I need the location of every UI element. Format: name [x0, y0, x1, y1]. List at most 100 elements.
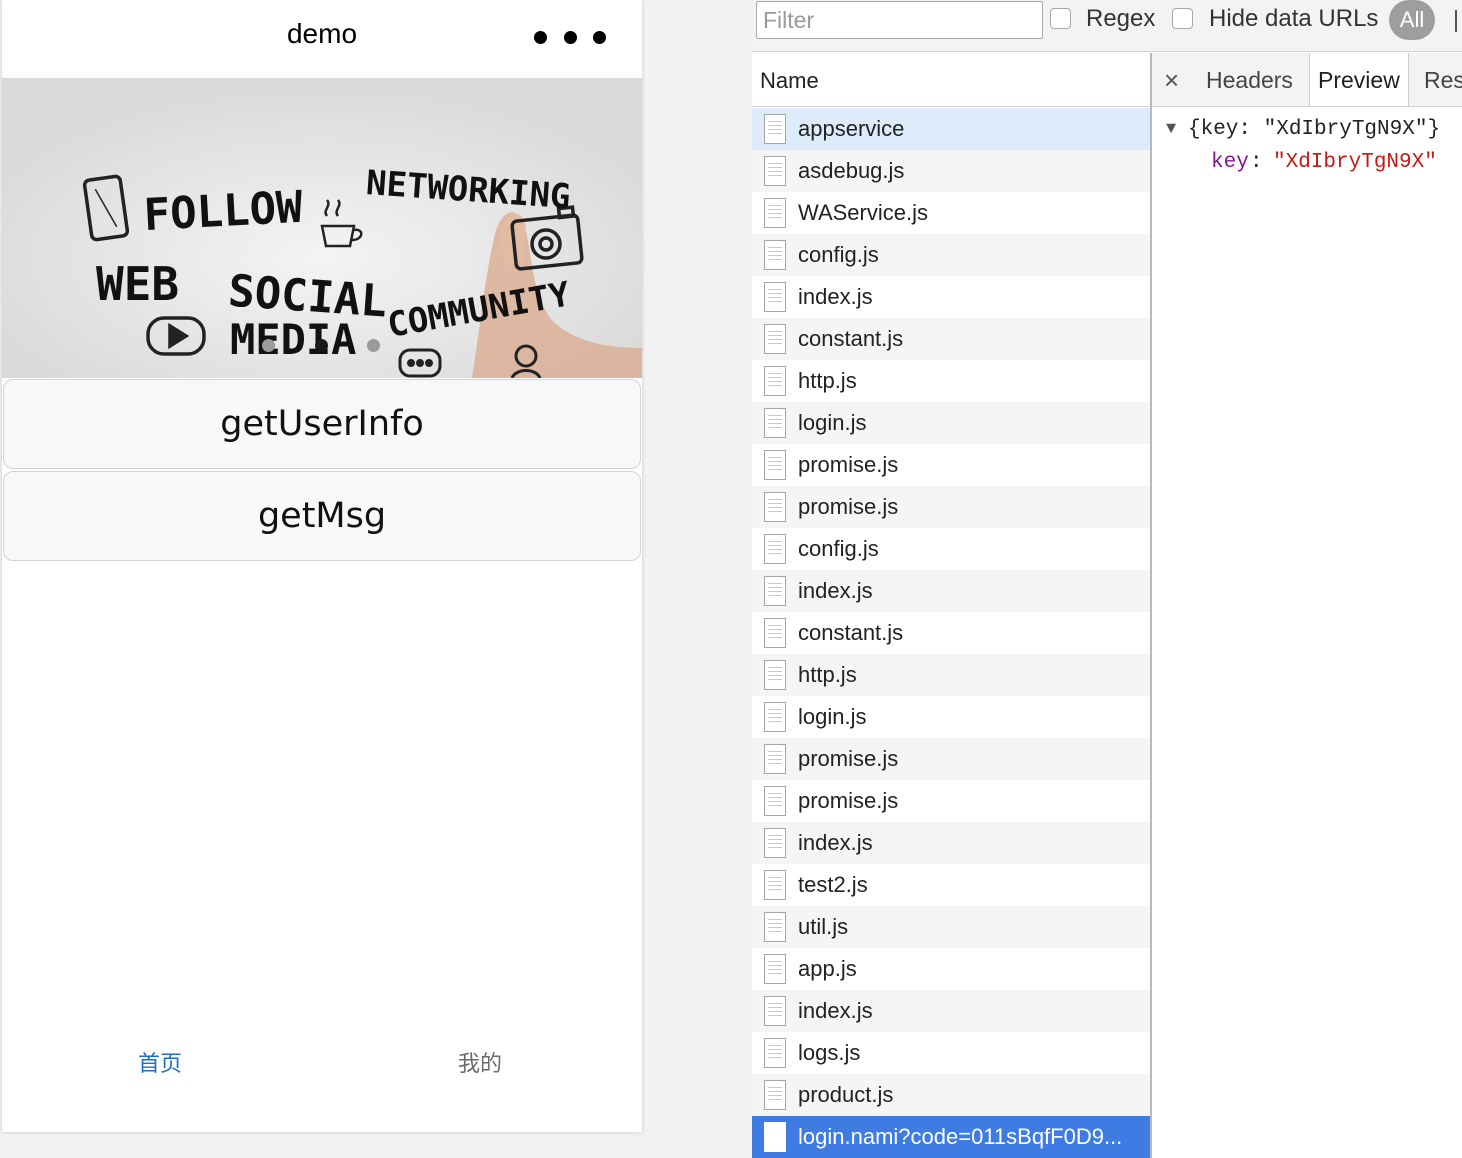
file-icon — [764, 702, 786, 732]
more-menu-button[interactable] — [534, 26, 606, 48]
banner-dot[interactable] — [367, 339, 380, 352]
request-row[interactable]: logs.js — [752, 1032, 1150, 1074]
request-name: index.js — [798, 830, 873, 855]
request-row[interactable]: config.js — [752, 528, 1150, 570]
json-property-value: "XdIbryTgN9X" — [1273, 151, 1437, 174]
network-filter-bar: Regex Hide data URLs All — [752, 0, 1462, 52]
name-column-header[interactable]: Name — [752, 53, 1150, 107]
file-icon — [764, 324, 786, 354]
request-row-selected[interactable]: login.nami?code=011sBqfF0D9... — [752, 1116, 1150, 1158]
banner-image: FOLLOW NETWORKING WEB SOCIAL MEDIA COMMU… — [2, 78, 642, 378]
hide-data-urls-checkbox[interactable] — [1172, 8, 1193, 29]
file-icon — [764, 156, 786, 186]
file-icon — [764, 450, 786, 480]
request-row[interactable]: util.js — [752, 906, 1150, 948]
request-name: asdebug.js — [798, 158, 905, 183]
banner-word-follow: FOLLOW — [142, 182, 304, 241]
file-icon — [764, 1122, 786, 1152]
get-msg-button[interactable]: getMsg — [3, 471, 641, 561]
more-dot-icon — [534, 30, 547, 44]
request-row[interactable]: index.js — [752, 990, 1150, 1032]
file-icon — [764, 534, 786, 564]
tab-headers[interactable]: Headers — [1198, 53, 1301, 106]
request-row[interactable]: login.js — [752, 402, 1150, 444]
regex-checkbox[interactable] — [1050, 8, 1071, 29]
request-list: appservice asdebug.js WAService.js config.j… — [752, 108, 1150, 1158]
request-name: util.js — [798, 914, 849, 939]
request-name: index.js — [798, 284, 873, 309]
request-row[interactable]: promise.js — [752, 444, 1150, 486]
tab-mine[interactable]: 我的 — [458, 1046, 502, 1078]
banner-swiper[interactable]: FOLLOW NETWORKING WEB SOCIAL MEDIA COMMU… — [2, 78, 642, 378]
json-property-key: key — [1211, 151, 1249, 174]
file-icon — [764, 1080, 786, 1110]
request-row[interactable]: asdebug.js — [752, 150, 1150, 192]
request-name: http.js — [798, 368, 857, 393]
request-name: promise.js — [798, 746, 899, 771]
request-name: app.js — [798, 956, 857, 981]
request-row[interactable]: promise.js — [752, 486, 1150, 528]
file-icon — [764, 114, 786, 144]
file-icon — [764, 618, 786, 648]
banner-dot[interactable] — [262, 339, 275, 352]
request-name: login.js — [798, 410, 867, 435]
file-icon — [764, 408, 786, 438]
file-icon — [764, 576, 786, 606]
file-icon — [764, 366, 786, 396]
request-name: config.js — [798, 242, 879, 267]
file-icon — [764, 744, 786, 774]
request-row[interactable]: constant.js — [752, 318, 1150, 360]
filter-all-button[interactable]: All — [1389, 0, 1435, 40]
json-object-summary: {key: "XdIbryTgN9X"} — [1188, 118, 1441, 141]
tab-response[interactable]: Res — [1416, 53, 1462, 106]
request-row[interactable]: login.js — [752, 696, 1150, 738]
mini-program-simulator: demo FOLLOW NETWORKING WEB SOCIAL MEDIA … — [2, 0, 642, 1132]
request-name: index.js — [798, 578, 873, 603]
banner-indicator — [262, 339, 380, 353]
file-icon — [764, 1038, 786, 1068]
request-name: constant.js — [798, 620, 904, 645]
file-icon — [764, 282, 786, 312]
request-name: test2.js — [798, 872, 868, 897]
request-row[interactable]: index.js — [752, 822, 1150, 864]
tab-bar: 首页 我的 — [2, 1030, 642, 1090]
request-row[interactable]: http.js — [752, 654, 1150, 696]
request-name: product.js — [798, 1082, 894, 1107]
request-row[interactable]: index.js — [752, 276, 1150, 318]
expand-triangle-icon[interactable]: ▼ — [1166, 120, 1176, 139]
request-detail-tabs: × Headers Preview Res — [1152, 53, 1462, 107]
tab-preview[interactable]: Preview — [1309, 53, 1409, 106]
banner-dot-active[interactable] — [314, 339, 328, 352]
request-row[interactable]: promise.js — [752, 780, 1150, 822]
close-icon[interactable]: × — [1164, 65, 1179, 96]
file-icon — [764, 240, 786, 270]
file-icon — [764, 912, 786, 942]
filter-input[interactable] — [756, 1, 1043, 39]
request-row[interactable]: constant.js — [752, 612, 1150, 654]
request-row[interactable]: WAService.js — [752, 192, 1150, 234]
request-row[interactable]: product.js — [752, 1074, 1150, 1116]
request-name: WAService.js — [798, 200, 928, 225]
tab-home[interactable]: 首页 — [138, 1046, 182, 1078]
file-icon — [764, 996, 786, 1026]
json-colon: : — [1250, 151, 1263, 174]
request-row[interactable]: promise.js — [752, 738, 1150, 780]
toolbar-divider — [1455, 10, 1457, 32]
file-icon — [764, 954, 786, 984]
request-name: config.js — [798, 536, 879, 561]
file-icon — [764, 786, 786, 816]
file-icon — [764, 660, 786, 690]
request-row[interactable]: index.js — [752, 570, 1150, 612]
get-user-info-button[interactable]: getUserInfo — [3, 379, 641, 469]
network-panel: Regex Hide data URLs All Name appservice… — [752, 0, 1462, 1158]
navigation-bar: demo — [2, 0, 642, 78]
request-row[interactable]: app.js — [752, 948, 1150, 990]
request-row[interactable]: http.js — [752, 360, 1150, 402]
request-name: promise.js — [798, 494, 899, 519]
request-row[interactable]: appservice — [752, 108, 1150, 150]
regex-label: Regex — [1086, 5, 1156, 32]
request-row[interactable]: test2.js — [752, 864, 1150, 906]
request-row[interactable]: config.js — [752, 234, 1150, 276]
file-icon — [764, 870, 786, 900]
request-name: logs.js — [798, 1040, 861, 1065]
